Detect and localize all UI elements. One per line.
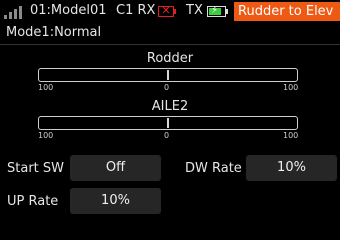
- channel-1-bar: [38, 68, 298, 82]
- start-sw-button[interactable]: Off: [70, 155, 161, 181]
- battery-charging-icon: ⚡: [207, 5, 228, 17]
- channel-2-center: 0: [164, 131, 170, 140]
- dw-rate-label: DW Rate: [185, 161, 242, 176]
- channel-2-bar: [38, 116, 298, 130]
- tx-label: TX: [186, 3, 203, 18]
- channel-1-min: 100: [38, 83, 54, 92]
- model-name[interactable]: 01:Model01: [30, 3, 107, 18]
- channel-2-max: 100: [283, 131, 299, 140]
- status-bar: 01:Model01 C1 RX ✕ TX ⚡ Rudder to Elev: [0, 0, 340, 22]
- battery-error-icon: ✕: [158, 4, 176, 17]
- channel-1-indicator: [167, 70, 169, 80]
- page-title: Rudder to Elev: [234, 2, 340, 21]
- signal-strength-icon: [4, 5, 26, 19]
- channel-1-label: Rodder: [146, 51, 194, 66]
- rx-label: C1 RX: [116, 3, 156, 18]
- dw-rate-button[interactable]: 10%: [246, 155, 337, 181]
- flight-mode: Mode1:Normal: [6, 25, 102, 40]
- start-sw-label: Start SW: [7, 161, 64, 176]
- rx-battery-mark: ✕: [161, 4, 171, 17]
- channel-1-max: 100: [283, 83, 299, 92]
- divider: [0, 44, 340, 45]
- screen: 01:Model01 C1 RX ✕ TX ⚡ Rudder to Elev M…: [0, 0, 340, 228]
- up-rate-button[interactable]: 10%: [70, 188, 161, 214]
- up-rate-label: UP Rate: [7, 194, 59, 209]
- lightning-icon: ⚡: [211, 5, 219, 16]
- channel-2-indicator: [167, 118, 169, 128]
- channel-2-label: AILE2: [151, 99, 189, 114]
- channel-1-center: 0: [164, 83, 170, 92]
- channel-2-min: 100: [38, 131, 54, 140]
